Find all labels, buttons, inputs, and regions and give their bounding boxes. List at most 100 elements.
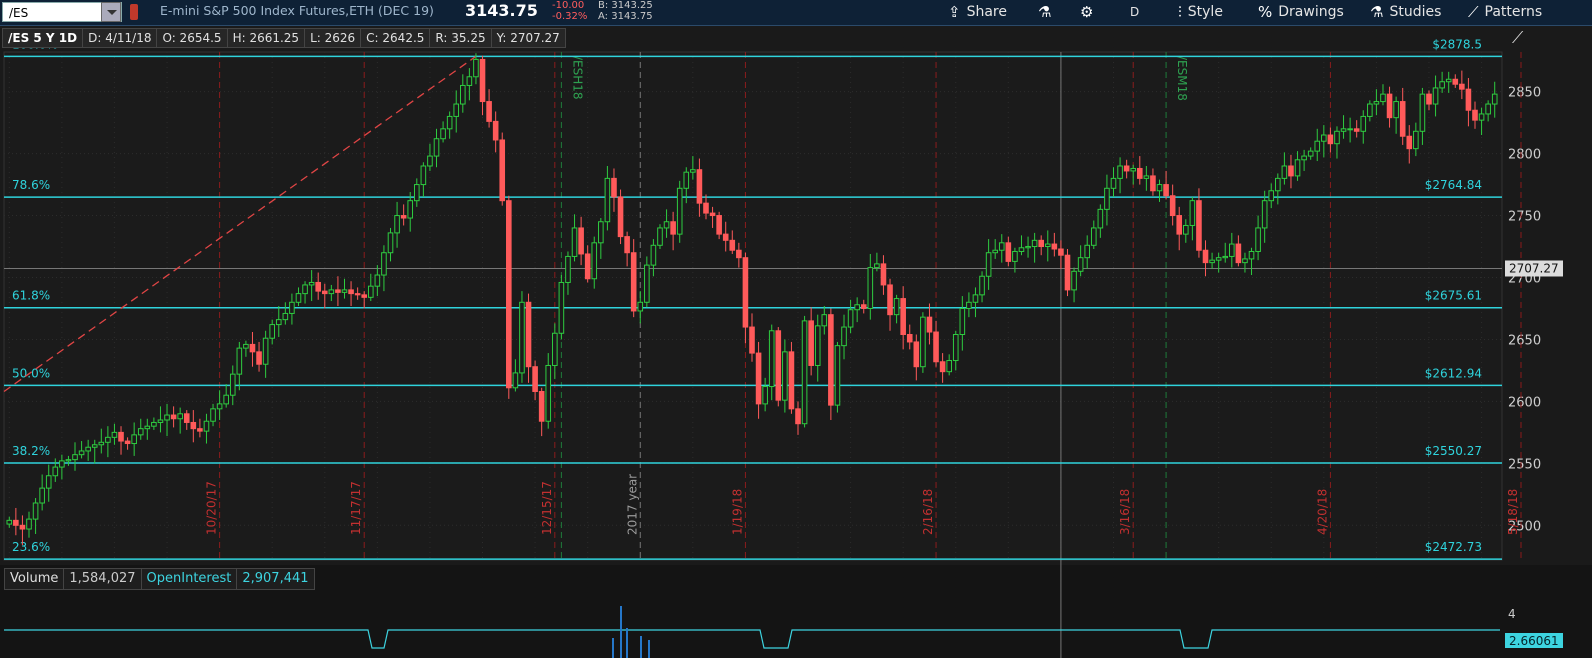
bar-open: O: 2654.5 (156, 28, 228, 48)
candle (433, 138, 440, 157)
candle (85, 446, 91, 452)
studies-button[interactable]: ⚗ Studies (1370, 0, 1441, 24)
cursor-price-readout: 2707.27 (1509, 261, 1559, 275)
fib-percent-label: 23.6% (12, 540, 50, 554)
drawings-button[interactable]: % Drawings (1258, 0, 1344, 24)
candle (1485, 103, 1491, 115)
drawing-tool-icon[interactable]: ⟋ (1512, 28, 1534, 50)
candle (834, 345, 841, 406)
date-marker-label: 11/17/17 (349, 481, 363, 535)
candle (749, 326, 755, 354)
candle (1472, 109, 1478, 121)
alert-icon[interactable] (130, 4, 138, 20)
candle (821, 314, 828, 327)
candle (492, 120, 499, 141)
candle (170, 414, 177, 420)
y-axis-tick-2650: 2650 (1508, 333, 1541, 348)
candle (407, 200, 414, 219)
candle (525, 301, 532, 368)
patterns-button[interactable]: ⟋ Patterns (1468, 0, 1542, 24)
candle (696, 169, 703, 204)
oi-readout: 2.66061 (1509, 634, 1559, 648)
candle (1491, 93, 1498, 105)
candle (952, 333, 959, 362)
candle (1136, 167, 1143, 179)
symbol-period: /ES 5 Y 1D (2, 28, 84, 48)
cursor-y: Y: 2707.27 (490, 28, 566, 48)
candle (1064, 254, 1071, 291)
contract-marker-label: /ESM18 (1175, 56, 1189, 101)
candle (1051, 243, 1058, 250)
style-button[interactable]: ⫶ Style (1178, 0, 1223, 24)
symbol-text: /ES (9, 6, 29, 20)
candle (381, 252, 387, 276)
date-marker-label: 10/20/17 (205, 481, 219, 535)
candle (1367, 103, 1373, 117)
candle (874, 263, 880, 269)
candle (1104, 187, 1110, 210)
candle (137, 428, 144, 436)
timeframe-button[interactable]: D (1130, 0, 1139, 24)
candle (236, 347, 243, 375)
candle (782, 351, 788, 401)
change-value: -10.00 (552, 0, 585, 11)
symbol-dropdown-button[interactable] (101, 2, 121, 22)
y-axis-tick-2750: 2750 (1508, 210, 1541, 225)
candle (367, 285, 374, 298)
candle (243, 343, 249, 349)
candle (229, 373, 236, 396)
candle (1202, 249, 1209, 264)
fib-price-label: $2612.94 (1425, 366, 1482, 380)
symbol-description: E-mini S&P 500 Index Futures,ETH (DEC 19… (160, 3, 434, 18)
candle (1090, 227, 1097, 246)
price-chart[interactable]: 2500255026002650270027502800285010/20/17… (0, 26, 1592, 658)
candle (578, 227, 584, 255)
candle (1235, 243, 1242, 264)
settings-button[interactable]: ⚙ (1080, 0, 1093, 24)
candle (814, 325, 821, 366)
candle (1150, 175, 1156, 192)
candle (473, 58, 479, 78)
style-label: Style (1187, 4, 1223, 20)
candle (131, 434, 137, 445)
flask-button[interactable]: ⚗ (1038, 0, 1051, 24)
candle (111, 431, 118, 438)
percent-icon: % (1258, 3, 1273, 21)
candle (65, 459, 72, 462)
candle (611, 177, 617, 198)
patterns-label: Patterns (1484, 4, 1543, 20)
candle (1314, 140, 1321, 152)
contract-marker-label: /ESH18 (570, 56, 584, 100)
candle (1189, 200, 1196, 226)
candle (486, 101, 492, 122)
candle (1353, 128, 1360, 132)
candle (1176, 215, 1183, 235)
candle (282, 312, 289, 321)
candle (341, 289, 348, 293)
y-axis-tick-2550: 2550 (1508, 457, 1541, 472)
candle (348, 289, 354, 295)
date-marker-label: 4/20/18 (1315, 489, 1329, 535)
candle (453, 103, 460, 117)
candle (1268, 190, 1275, 202)
bar-high: H: 2661.25 (226, 28, 306, 48)
candle (762, 386, 768, 405)
candle (256, 351, 262, 365)
bar-close: C: 2642.5 (360, 28, 431, 48)
candle (506, 200, 512, 389)
candle (151, 421, 157, 427)
bid-ask: B: 3143.25 A: 3143.75 (598, 0, 653, 22)
candle (413, 184, 420, 202)
candle (91, 444, 98, 448)
candle (1452, 78, 1459, 85)
candle (880, 263, 887, 286)
candle (124, 440, 131, 445)
candle (1380, 93, 1386, 103)
top-toolbar: /ES E-mini S&P 500 Index Futures,ETH (DE… (0, 0, 1592, 26)
candle (1347, 128, 1353, 131)
candle (321, 290, 328, 295)
candle (374, 274, 381, 287)
date-marker-label: 12/15/17 (540, 481, 554, 535)
share-button[interactable]: ⇪ Share (948, 0, 1007, 24)
candle (420, 165, 427, 186)
